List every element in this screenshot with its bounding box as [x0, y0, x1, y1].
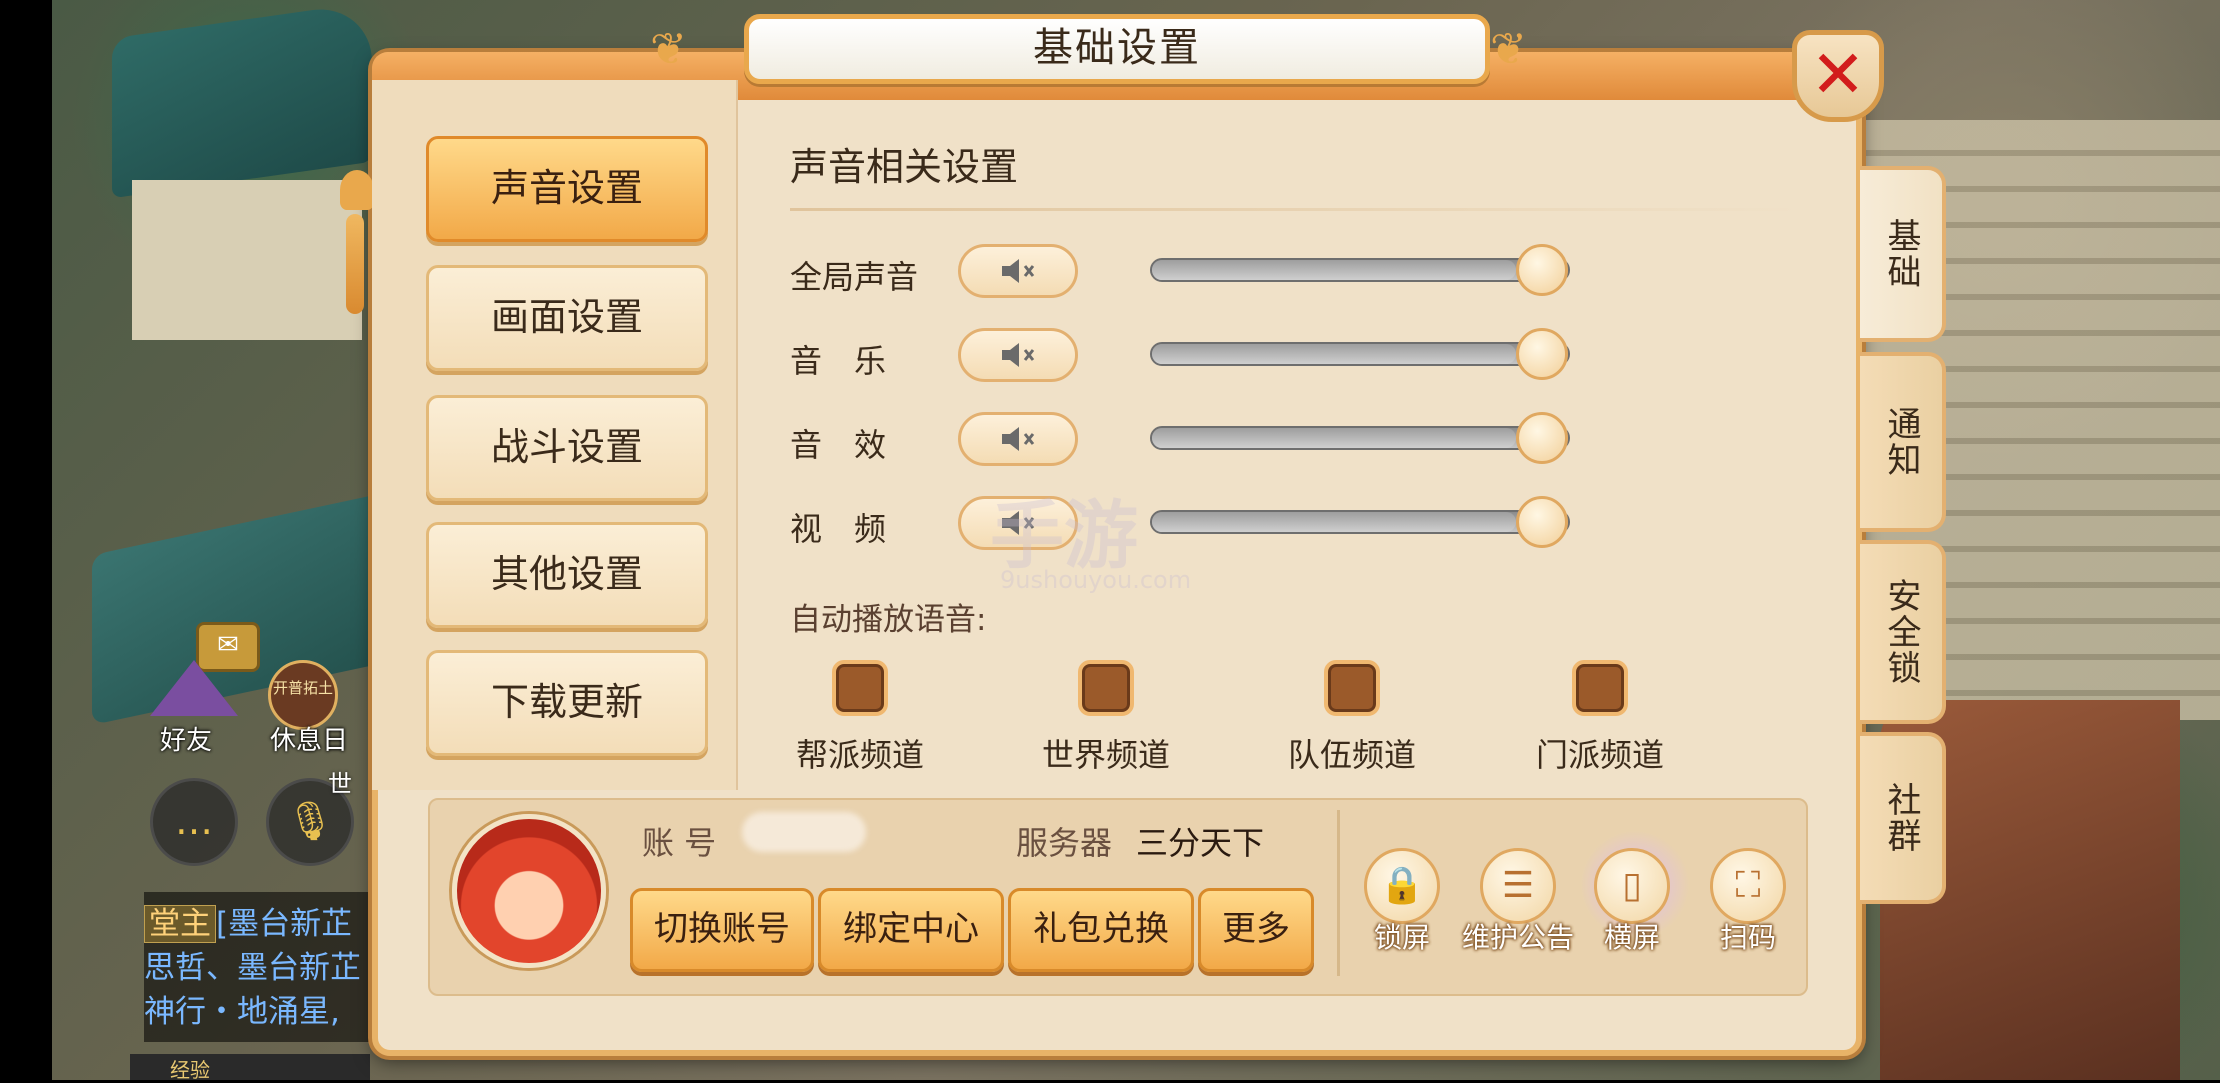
- scan-code-label: 扫码: [1719, 921, 1777, 954]
- music-label: 音 乐: [790, 342, 887, 380]
- auto-play-voice-label: 自动播放语音:: [790, 602, 987, 638]
- global-sound-mute-button[interactable]: [958, 244, 1078, 298]
- speaker-mute-icon: [1002, 427, 1035, 451]
- speaker-mute-icon: [1002, 259, 1035, 283]
- lock-screen-label: 锁屏: [1373, 921, 1431, 954]
- checkbox-world-channel[interactable]: [1078, 660, 1134, 716]
- chat-tag: 堂主: [144, 905, 216, 943]
- maintenance-notice-label: 维护公告: [1461, 921, 1575, 954]
- chat-bubble-icon[interactable]: …: [150, 778, 238, 866]
- event-badge-text: 开普拓土: [272, 679, 333, 697]
- global-sound-slider[interactable]: [1150, 244, 1570, 296]
- chat-text: [墨台新芷: [216, 906, 353, 942]
- landscape-button[interactable]: ▯ 横屏: [1592, 848, 1672, 954]
- divider: [790, 208, 1802, 211]
- slider-knob[interactable]: [1516, 328, 1568, 380]
- rotate-screen-icon: ▯: [1594, 848, 1670, 924]
- checkbox-guild-channel[interactable]: [832, 660, 888, 716]
- chat-line: 神行・地涌星,: [144, 994, 340, 1030]
- slider-knob[interactable]: [1516, 412, 1568, 464]
- tab-security-lock[interactable]: 安全锁: [1860, 540, 1946, 724]
- slider-fill: [1152, 512, 1516, 532]
- sound-effect-label: 音 效: [790, 426, 887, 464]
- server-value: 三分天下: [1136, 824, 1265, 862]
- close-button[interactable]: ✕: [1792, 30, 1884, 122]
- guild-channel-label: 帮派频道: [795, 736, 924, 774]
- lock-icon: 🔒: [1364, 848, 1440, 924]
- more-button[interactable]: 更多: [1198, 888, 1314, 972]
- video-label: 视 频: [790, 510, 887, 548]
- server-label: 服务器: [1016, 824, 1113, 862]
- close-icon: ✕: [1810, 36, 1866, 113]
- tab-community[interactable]: 社群: [1860, 732, 1946, 904]
- music-slider[interactable]: [1150, 328, 1570, 380]
- slider-fill: [1152, 260, 1516, 280]
- lock-screen-button[interactable]: 🔒 锁屏: [1362, 848, 1442, 954]
- scroll-ornament-icon: ❦: [1490, 24, 1527, 75]
- category-graphics-settings[interactable]: 画面设置: [426, 265, 708, 371]
- divider: [1337, 810, 1340, 976]
- world-channel-label: 世: [328, 770, 352, 798]
- switch-account-button[interactable]: 切换账号: [630, 888, 814, 972]
- world-channel-label: 世界频道: [1041, 736, 1170, 774]
- building-roof: [112, 1, 372, 199]
- checkbox-sect-channel[interactable]: [1572, 660, 1628, 716]
- category-download-update[interactable]: 下载更新: [426, 650, 708, 756]
- maintenance-notice-button[interactable]: ☰ 维护公告: [1462, 848, 1574, 954]
- chat-panel[interactable]: 堂主 [墨台新芷 思哲、墨台新芷 神行・地涌星,: [144, 892, 374, 1042]
- friend-avatar-icon[interactable]: [150, 660, 238, 720]
- dialog-title: 基础设置: [744, 14, 1490, 84]
- avatar[interactable]: [452, 814, 606, 968]
- tab-notification[interactable]: 通知: [1860, 352, 1946, 532]
- category-combat-settings[interactable]: 战斗设置: [426, 395, 708, 501]
- sound-effect-slider[interactable]: [1150, 412, 1570, 464]
- music-mute-button[interactable]: [958, 328, 1078, 382]
- scan-code-button[interactable]: ⛶ 扫码: [1708, 848, 1788, 954]
- sound-effect-mute-button[interactable]: [958, 412, 1078, 466]
- slider-fill: [1152, 428, 1516, 448]
- watermark-url: 9ushouyou.com: [1000, 566, 1192, 594]
- team-channel-label: 队伍频道: [1287, 736, 1416, 774]
- speaker-mute-icon: [1002, 343, 1035, 367]
- exp-bar: 经验: [130, 1054, 370, 1082]
- gift-redeem-button[interactable]: 礼包兑换: [1008, 888, 1194, 972]
- global-sound-label: 全局声音: [790, 258, 919, 296]
- category-other-settings[interactable]: 其他设置: [426, 522, 708, 628]
- account-label: 账 号: [642, 824, 717, 862]
- notice-board-icon: ☰: [1480, 848, 1556, 924]
- scan-icon: ⛶: [1710, 848, 1786, 924]
- slider-knob[interactable]: [1516, 244, 1568, 296]
- section-title: 声音相关设置: [790, 145, 1019, 189]
- landscape-label: 横屏: [1603, 921, 1661, 954]
- checkbox-team-channel[interactable]: [1324, 660, 1380, 716]
- sect-channel-label: 门派频道: [1535, 736, 1664, 774]
- friend-label: 好友: [160, 726, 213, 756]
- account-id-blurred: [742, 812, 866, 852]
- chat-line: 堂主 [墨台新芷: [144, 898, 352, 943]
- tassel-ornament: [340, 60, 374, 330]
- tab-basic[interactable]: 基础: [1860, 166, 1946, 342]
- scroll-ornament-icon: ❦: [650, 24, 687, 75]
- slider-knob[interactable]: [1516, 496, 1568, 548]
- video-slider[interactable]: [1150, 496, 1570, 548]
- chat-line: 思哲、墨台新芷: [144, 950, 361, 986]
- slider-fill: [1152, 344, 1516, 364]
- binding-center-button[interactable]: 绑定中心: [818, 888, 1004, 972]
- building-wall: [132, 180, 362, 340]
- category-sound-settings[interactable]: 声音设置: [426, 136, 708, 242]
- rest-day-label: 休息日: [270, 726, 349, 756]
- category-sidebar: 声音设置 画面设置 战斗设置 其他设置 下载更新: [372, 80, 738, 790]
